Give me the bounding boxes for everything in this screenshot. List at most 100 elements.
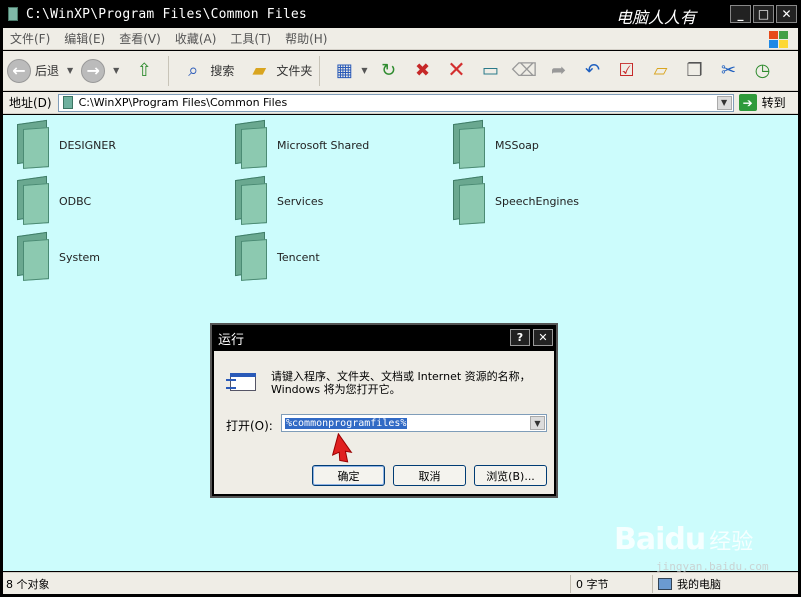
folders-label: 文件夹: [276, 64, 313, 78]
minimize-icon: _: [737, 7, 744, 21]
toolbar-separator: [319, 55, 321, 86]
close-icon: ✕: [781, 7, 792, 21]
undo-icon[interactable]: ↶: [579, 57, 607, 85]
menu-edit[interactable]: 编辑(E): [57, 30, 112, 47]
address-bar: 地址(D) C:\WinXP\Program Files\Common File…: [3, 92, 798, 114]
open-combobox[interactable]: %commonprogramfiles% ▼: [281, 414, 547, 432]
open-dropdown-icon[interactable]: ▼: [530, 416, 545, 430]
window-title: C:\WinXP\Program Files\Common Files: [26, 6, 307, 22]
views-icon: ▦: [335, 60, 353, 81]
status-object-count: 8 个对象: [3, 574, 571, 593]
watermark-sub: 经验: [709, 530, 754, 555]
back-button[interactable]: ← 后退 ▼: [3, 54, 77, 88]
views-button[interactable]: ▦ ▼: [323, 54, 371, 88]
menu-help[interactable]: 帮助(H): [278, 30, 334, 47]
run-dialog-title-bar[interactable]: 运行 ? ✕: [212, 325, 556, 351]
folder-icon: [62, 96, 73, 109]
run-icon: [226, 369, 258, 393]
toolbar-separator: [168, 55, 170, 86]
views-dropdown-icon[interactable]: ▼: [361, 66, 367, 75]
folder-label: ODBC: [59, 194, 92, 208]
browse-button[interactable]: 浏览(B)...: [474, 465, 547, 486]
folder-item[interactable]: System: [11, 229, 100, 285]
status-location: 我的电脑: [655, 575, 798, 593]
forward-dropdown-icon[interactable]: ▼: [113, 66, 119, 75]
menu-tools[interactable]: 工具(T): [223, 30, 278, 47]
search-label: 搜索: [210, 64, 235, 78]
folder-label: SpeechEngines: [495, 194, 579, 208]
menu-bar: 文件(F) 编辑(E) 查看(V) 收藏(A) 工具(T) 帮助(H): [3, 28, 798, 50]
baidu-watermark: Baidu 经验 jingyan.baidu.com: [614, 522, 769, 573]
folder-label: Services: [277, 194, 324, 208]
go-label: 转到: [761, 96, 786, 110]
windows-logo-icon: [768, 29, 790, 49]
back-label: 后退: [35, 64, 60, 78]
folder-icon: [11, 231, 53, 282]
run-prompt-text: 请键入程序、文件夹、文档或 Internet 资源的名称，Windows 将为您…: [271, 370, 531, 396]
folder-label: Microsoft Shared: [277, 138, 370, 152]
folders-icon: ▰: [252, 60, 267, 81]
folder-item[interactable]: SpeechEngines: [447, 173, 579, 229]
refresh-icon[interactable]: ↻: [375, 57, 403, 85]
folder-item[interactable]: MSSoap: [447, 117, 539, 173]
new-folder-icon[interactable]: ▱: [647, 57, 675, 85]
address-input[interactable]: C:\WinXP\Program Files\Common Files ▼: [57, 93, 734, 112]
address-dropdown-icon[interactable]: ▼: [716, 95, 732, 110]
folder-item[interactable]: Services: [229, 173, 323, 229]
folder-label: DESIGNER: [59, 138, 116, 152]
folder-icon: [11, 119, 53, 170]
forward-button[interactable]: → ▼: [77, 54, 123, 88]
map-drive-icon[interactable]: ▭: [477, 57, 505, 85]
my-computer-icon: [658, 577, 672, 590]
history-icon[interactable]: ◷: [749, 57, 777, 85]
folder-up-icon: ⇧: [136, 60, 152, 81]
search-button[interactable]: ⌕ 搜索: [172, 54, 238, 88]
properties-icon[interactable]: ☑: [613, 57, 641, 85]
close-icon: ✕: [538, 331, 548, 344]
folder-item[interactable]: ODBC: [11, 173, 91, 229]
folder-icon: [447, 175, 489, 226]
status-bar: 8 个对象 0 字节 我的电脑: [3, 572, 798, 594]
open-label: 打开(O):: [226, 419, 273, 433]
cancel-button[interactable]: 取消: [393, 465, 466, 486]
watermark-url: jingyan.baidu.com: [656, 560, 769, 573]
folder-icon: [229, 119, 271, 170]
up-button[interactable]: ⇧: [123, 54, 165, 88]
go-button[interactable]: ➔ 转到: [738, 94, 786, 111]
folder-label: MSSoap: [495, 138, 539, 152]
move-to-icon[interactable]: ➦: [545, 57, 573, 85]
title-bar[interactable]: C:\WinXP\Program Files\Common Files 电脑人人…: [0, 0, 801, 28]
search-icon: ⌕: [188, 60, 199, 81]
help-button[interactable]: ?: [510, 329, 530, 346]
stop-icon[interactable]: ✖: [409, 57, 437, 85]
folder-icon: [229, 175, 271, 226]
copy-icon[interactable]: ❐: [681, 57, 709, 85]
toolbar: ← 后退 ▼ → ▼ ⇧ ⌕ 搜索 ▰ 文件夹 ▦ ▼ ↻ ✖ ✕ ▭ ⌫ ➦ …: [3, 51, 798, 91]
folder-item[interactable]: Microsoft Shared: [229, 117, 369, 173]
menu-favorites[interactable]: 收藏(A): [168, 30, 224, 47]
run-dialog: 运行 ? ✕ 请键入程序、文件夹、文档或 Internet 资源的名称，Wind…: [210, 323, 558, 498]
status-size: 0 字节: [573, 574, 653, 593]
address-value: C:\WinXP\Program Files\Common Files: [78, 96, 288, 109]
ok-button[interactable]: 确定: [312, 465, 385, 486]
maximize-button[interactable]: □: [753, 5, 774, 23]
address-label: 地址(D): [9, 96, 52, 110]
minimize-button[interactable]: _: [730, 5, 751, 23]
run-dialog-title: 运行: [218, 332, 245, 348]
back-dropdown-icon[interactable]: ▼: [67, 66, 73, 75]
watermark-brand: Baidu: [614, 522, 706, 557]
cut-icon[interactable]: ✂: [715, 57, 743, 85]
close-button[interactable]: ✕: [776, 5, 797, 23]
disconnect-icon[interactable]: ⌫: [511, 57, 539, 85]
help-icon: ?: [516, 331, 524, 344]
back-arrow-icon: ←: [7, 58, 31, 83]
folder-item[interactable]: DESIGNER: [11, 117, 116, 173]
folder-icon: [11, 175, 53, 226]
dialog-close-button[interactable]: ✕: [533, 329, 553, 346]
menu-file[interactable]: 文件(F): [3, 30, 57, 47]
folder-item[interactable]: Tencent: [229, 229, 320, 285]
go-arrow-icon: ➔: [738, 94, 757, 111]
delete-icon[interactable]: ✕: [443, 57, 471, 85]
folders-button[interactable]: ▰ 文件夹: [238, 54, 316, 88]
menu-view[interactable]: 查看(V): [112, 30, 168, 47]
